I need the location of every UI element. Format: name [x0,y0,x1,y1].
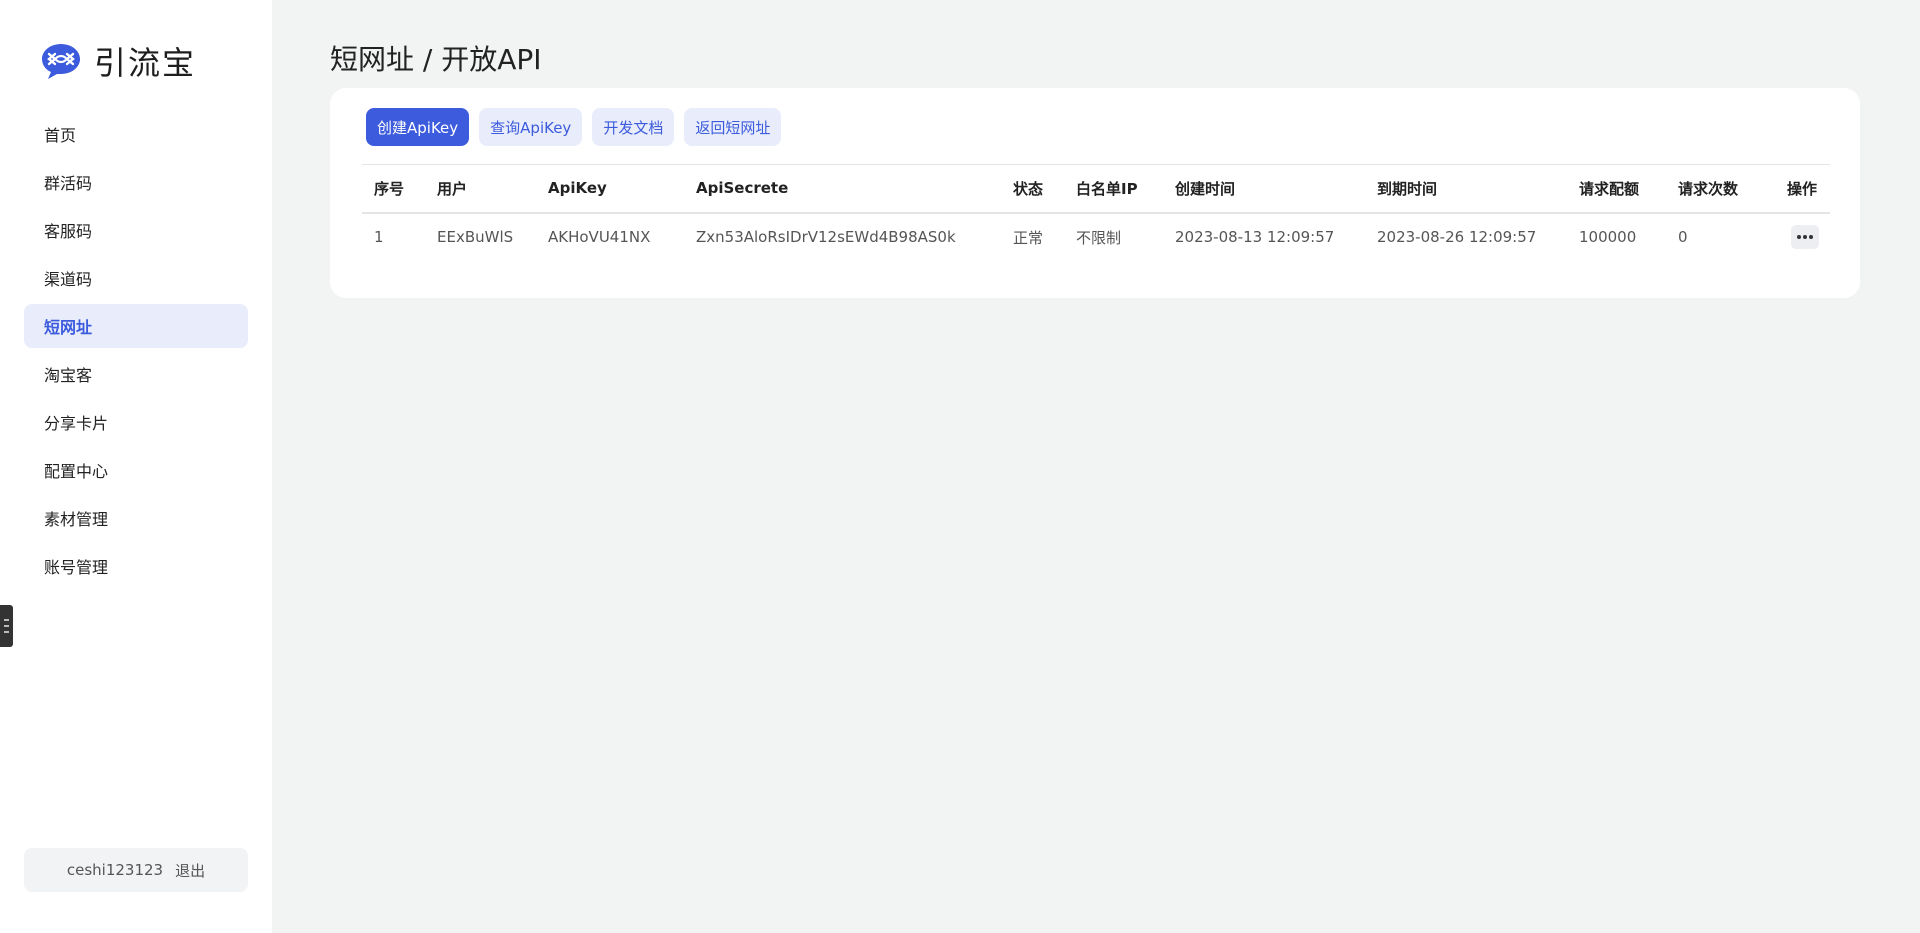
sidebar-item-short-url[interactable]: 短网址 [24,304,248,348]
sidebar-nav: 首页 群活码 客服码 渠道码 短网址 淘宝客 分享卡片 配置中心 素材管理 账号… [24,112,248,592]
cell-status: 正常 [1013,228,1044,247]
sidebar-item-config-center[interactable]: 配置中心 [24,448,248,492]
sidebar-item-share-card[interactable]: 分享卡片 [24,400,248,444]
sidebar-item-taobaoke[interactable]: 淘宝客 [24,352,248,396]
main-content: 短网址 / 开放API 创建ApiKey 查询ApiKey 开发文档 返回短网址… [272,0,1920,933]
toolbar: 创建ApiKey 查询ApiKey 开发文档 返回短网址 [366,108,782,146]
cell-request-count: 0 [1678,228,1688,246]
cell-created-at: 2023-08-13 12:09:57 [1175,228,1335,246]
cell-quota: 100000 [1579,228,1637,246]
drag-handle[interactable] [0,605,13,647]
column-header-user: 用户 [425,164,536,214]
cell-actions [1775,213,1830,261]
dev-docs-button[interactable]: 开发文档 [592,108,675,146]
sidebar-item-service-code[interactable]: 客服码 [24,208,248,252]
create-apikey-button[interactable]: 创建ApiKey [366,108,470,146]
logout-link[interactable]: 退出 [175,860,205,881]
user-panel: ceshi123123 退出 [24,848,248,892]
column-header-quota: 请求配额 [1567,164,1666,214]
more-horizontal-icon[interactable] [1791,225,1819,249]
column-header-apisecret: ApiSecrete [684,164,1001,214]
logo-icon [42,44,80,79]
query-apikey-button[interactable]: 查询ApiKey [479,108,583,146]
cell-user: EExBuWlS [437,228,514,246]
sidebar-item-home[interactable]: 首页 [24,112,248,156]
column-header-actions: 操作 [1775,164,1830,214]
column-header-status: 状态 [1001,164,1064,214]
page-title: 短网址 / 开放API [330,43,542,76]
column-header-index: 序号 [362,164,425,214]
back-to-short-url-button[interactable]: 返回短网址 [684,108,782,146]
sidebar-item-material[interactable]: 素材管理 [24,496,248,540]
column-header-apikey: ApiKey [536,164,684,214]
cell-apikey: AKHoVU41NX [548,228,651,246]
cell-apisecret: Zxn53AloRsIDrV12sEWd4B98AS0k [696,228,956,246]
sidebar-item-channel-code[interactable]: 渠道码 [24,256,248,300]
cell-expires-at: 2023-08-26 12:09:57 [1377,228,1537,246]
apikey-table: 序号 用户 ApiKey ApiSecrete 状态 白名单IP 创建时间 到期… [362,164,1830,261]
column-header-created-at: 创建时间 [1163,164,1365,214]
table-header-row: 序号 用户 ApiKey ApiSecrete 状态 白名单IP 创建时间 到期… [362,164,1830,214]
sidebar: 引流宝 首页 群活码 客服码 渠道码 短网址 淘宝客 分享卡片 配置中心 素材管… [0,0,272,933]
column-header-request-count: 请求次数 [1666,164,1775,214]
api-key-card: 创建ApiKey 查询ApiKey 开发文档 返回短网址 序号 用户 ApiKe… [330,88,1860,298]
brand-logo[interactable]: 引流宝 [40,38,196,84]
username: ceshi123123 [66,861,164,879]
sidebar-item-group-code[interactable]: 群活码 [24,160,248,204]
column-header-expires-at: 到期时间 [1365,164,1567,214]
sidebar-item-account[interactable]: 账号管理 [24,544,248,588]
cell-index: 1 [374,228,384,246]
table-row: 1 EExBuWlS AKHoVU41NX Zxn53AloRsIDrV12sE… [362,213,1830,261]
cell-whitelist-ip: 不限制 [1076,228,1122,247]
brand-name: 引流宝 [94,44,197,82]
column-header-whitelist-ip: 白名单IP [1064,164,1163,214]
